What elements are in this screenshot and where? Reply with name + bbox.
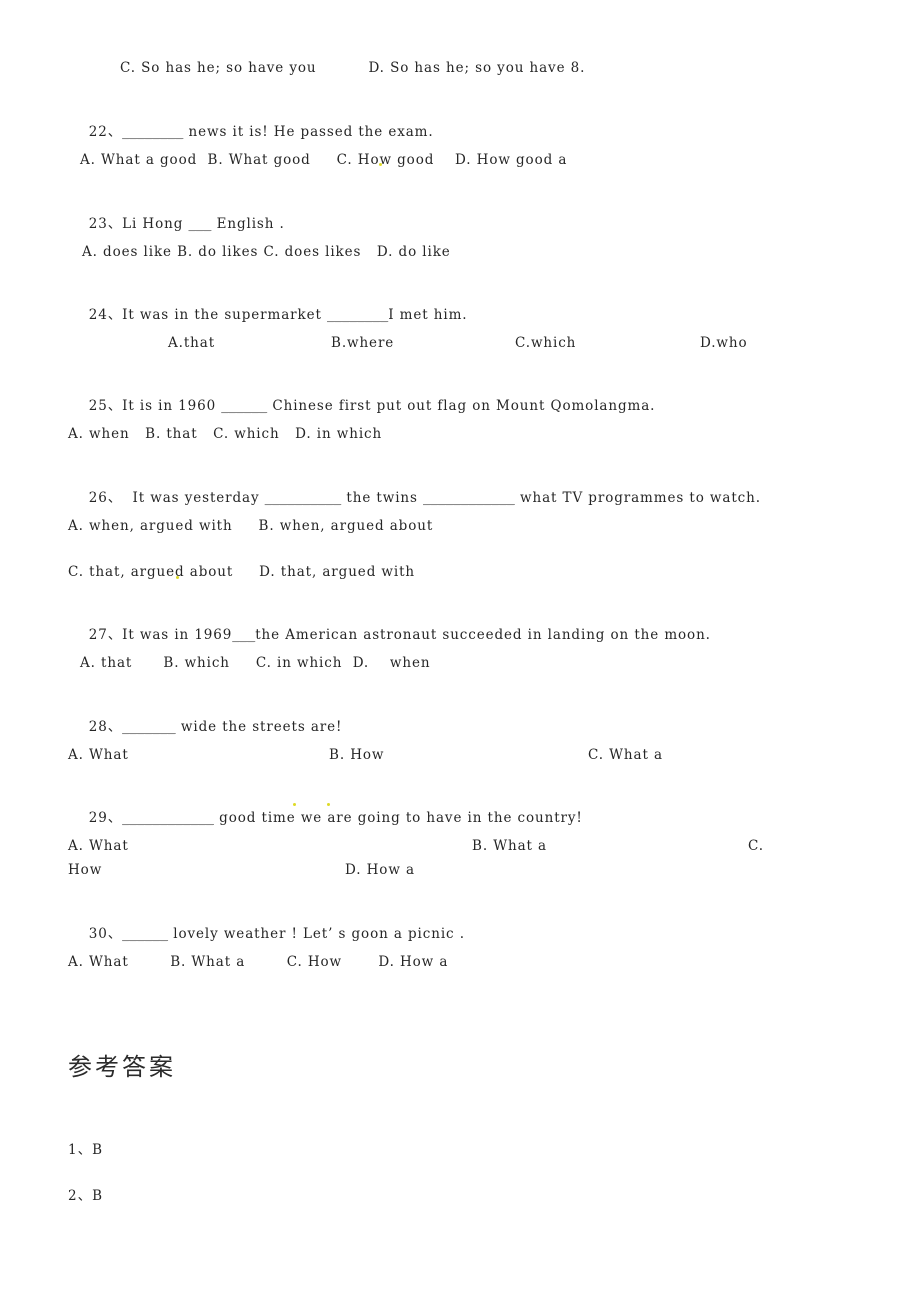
- question-27-blank: ___: [232, 627, 256, 643]
- question-26-blank-1: __________: [264, 490, 342, 506]
- answer-item-1: 1、B: [68, 1142, 104, 1158]
- question-28-text: wide the streets are!: [175, 719, 343, 735]
- question-23-text: English .: [211, 216, 285, 232]
- question-22-number: 22、: [88, 124, 123, 140]
- question-24-option-b: B.where: [331, 335, 395, 351]
- question-25-text: Chinese first put out flag on Mount Qomo…: [267, 398, 656, 414]
- scan-speck: [327, 803, 330, 806]
- question-26-number: 26、 It was yesterday: [88, 490, 265, 506]
- question-28-option-b: B. How: [329, 747, 385, 763]
- question-26-options-row-1: A. when, argued with B. when, argued abo…: [68, 518, 434, 534]
- question-25-number: 25、It is in 1960: [88, 398, 222, 414]
- question-23-options: A. does like B. do likes C. does likes D…: [82, 244, 451, 260]
- document-page: C. So has he; so have you D. So has he; …: [0, 0, 920, 1302]
- question-29-text: good time we are going to have in the co…: [213, 810, 583, 826]
- question-24-text: I met him.: [388, 307, 468, 323]
- question-21-options: C. So has he; so have you D. So has he; …: [120, 60, 586, 76]
- question-29-number: 29、: [88, 810, 123, 826]
- question-22-blank: ________: [122, 124, 184, 140]
- question-24-option-c: C.which: [515, 335, 577, 351]
- question-28-number: 28、: [88, 719, 123, 735]
- question-30-blank: ______: [122, 926, 169, 942]
- answers-section-heading: 参考答案: [68, 1053, 176, 1081]
- question-25-options: A. when B. that C. which D. in which: [68, 426, 383, 442]
- question-27-text: the American astronaut succeeded in land…: [255, 627, 711, 643]
- question-23-number: 23、Li Hong: [88, 216, 189, 232]
- question-24-stem: 24、It was in the supermarket ________I m…: [68, 288, 467, 342]
- question-24-option-a: A.that: [168, 335, 216, 351]
- question-26-text-end: what TV programmes to watch.: [514, 490, 761, 506]
- question-28-option-a: A. What: [68, 747, 129, 763]
- question-26-text-mid: the twins: [341, 490, 424, 506]
- question-28-blank: _______: [122, 719, 176, 735]
- question-23-blank: ___: [188, 216, 212, 232]
- scan-speck: [379, 163, 382, 166]
- question-29-option-c-wrap: How: [68, 862, 103, 878]
- question-27-options: A. that B. which C. in which D. when: [80, 655, 431, 671]
- question-26-options-row-2: C. that, argued about D. that, argued wi…: [68, 564, 416, 580]
- question-28-option-c: C. What a: [588, 747, 663, 763]
- question-24-number: 24、It was in the supermarket: [88, 307, 328, 323]
- scan-speck: [176, 576, 179, 579]
- scan-speck: [293, 803, 296, 806]
- question-25-blank: ______: [221, 398, 268, 414]
- question-30-options: A. What B. What a C. How D. How a: [68, 954, 449, 970]
- question-27-number: 27、It was in 1969: [88, 627, 233, 643]
- question-22-text: news it is! He passed the exam.: [183, 124, 434, 140]
- question-26-blank-2: ____________: [423, 490, 515, 506]
- question-22-options: A. What a good B. What good C. How good …: [80, 152, 568, 168]
- question-30-text: lovely weather ! Let’ s goon a picnic .: [168, 926, 465, 942]
- question-30-number: 30、: [88, 926, 123, 942]
- question-29-option-b: B. What a: [472, 838, 547, 854]
- question-29-option-a: A. What: [68, 838, 129, 854]
- question-29-option-d: D. How a: [345, 862, 415, 878]
- answer-item-2: 2、B: [68, 1188, 104, 1204]
- question-24-option-d: D.who: [700, 335, 748, 351]
- question-29-blank: ____________: [122, 810, 214, 826]
- question-29-option-c-prefix: C.: [748, 838, 764, 854]
- question-24-blank: ________: [327, 307, 389, 323]
